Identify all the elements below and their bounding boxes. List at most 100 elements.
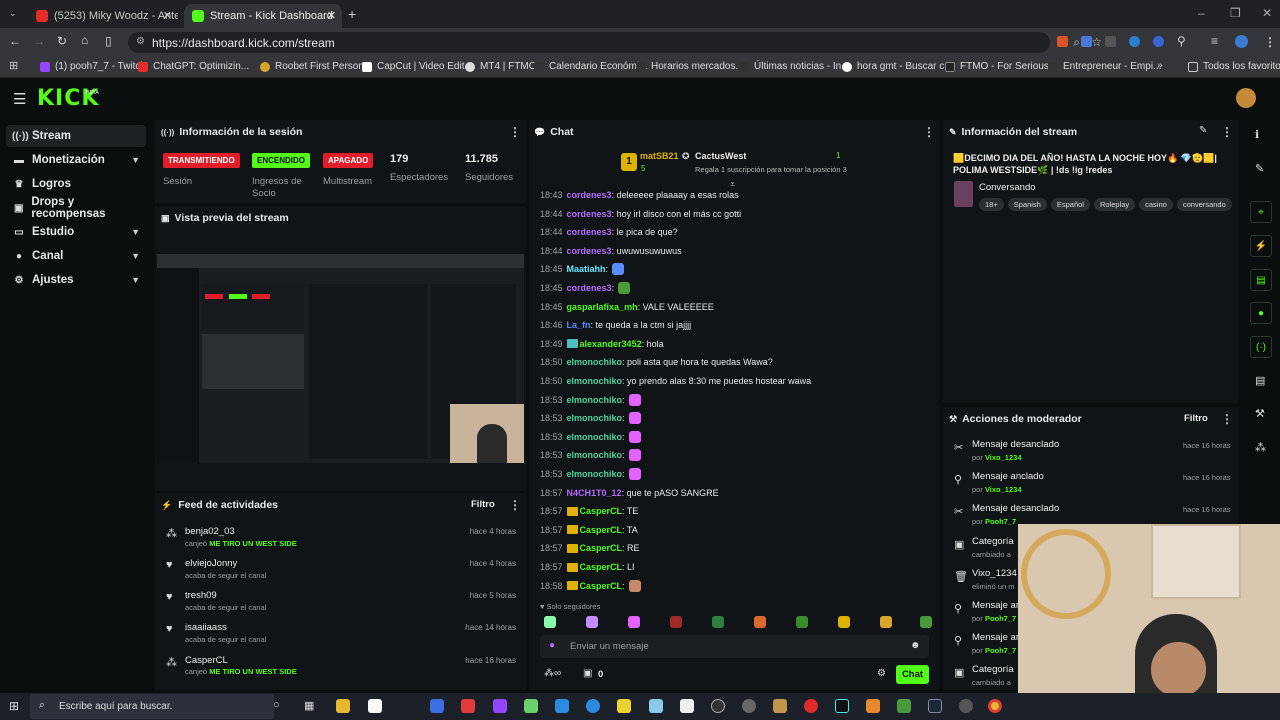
- bookmark[interactable]: MT4 | FTMO: [465, 61, 536, 72]
- menu-icon[interactable]: ☰: [13, 90, 26, 108]
- app-icon[interactable]: [866, 699, 880, 713]
- notepad-icon[interactable]: [368, 699, 382, 713]
- chat-message[interactable]: 18:57 CasperCL: TE: [540, 504, 638, 518]
- message-user[interactable]: La_fn: [567, 320, 591, 330]
- tag[interactable]: Spanish: [1007, 198, 1047, 211]
- pencil-icon[interactable]: ✎: [1255, 162, 1264, 175]
- message-user[interactable]: alexander3452: [580, 339, 642, 349]
- activity-user[interactable]: elviejoJonny: [185, 558, 237, 569]
- browser-tab-kick[interactable]: Stream - Kick Dashboard ✕: [184, 4, 342, 28]
- maximize-icon[interactable]: ❐: [1230, 6, 1241, 20]
- chrome-icon[interactable]: [988, 699, 1002, 713]
- message-user[interactable]: elmonochiko: [567, 432, 623, 442]
- emote[interactable]: [796, 616, 808, 628]
- message-user[interactable]: cordenes3: [567, 190, 612, 200]
- app-icon[interactable]: [959, 699, 973, 713]
- message-user[interactable]: Maatiahh: [567, 264, 606, 274]
- task-view-icon[interactable]: ○: [273, 699, 280, 711]
- bookmark[interactable]: Calendario Económi...: [534, 61, 647, 72]
- message-user[interactable]: CasperCL: [580, 562, 623, 572]
- app-icon[interactable]: [586, 699, 600, 713]
- note-icon[interactable]: ▤: [1250, 269, 1272, 291]
- chat-message[interactable]: 18:53 elmonochiko:: [540, 393, 641, 407]
- send-chat-button[interactable]: Chat: [896, 665, 929, 684]
- minimize-icon[interactable]: –: [1198, 6, 1205, 20]
- extension-icon[interactable]: [1105, 36, 1116, 47]
- message-user[interactable]: cordenes3: [567, 227, 612, 237]
- bookmark[interactable]: (1) pooh7_7 - Twitch: [40, 61, 146, 72]
- chat-message[interactable]: 18:45 gasparlafixa_mh: VALE VALEEEEE: [540, 300, 714, 314]
- sidebar-item-estudio[interactable]: ▭ Estudio ▼: [6, 221, 146, 243]
- chat-message[interactable]: 18:45 Maatiahh:: [540, 262, 625, 276]
- activity-user[interactable]: CasperCL: [185, 655, 228, 666]
- sidebar-item-stream[interactable]: ((·)) Stream: [6, 125, 146, 147]
- media-icon[interactable]: ≡: [1211, 34, 1218, 48]
- message-user[interactable]: CasperCL: [580, 506, 623, 516]
- sidebar-item-logros[interactable]: ♛ Logros: [6, 173, 146, 195]
- tag[interactable]: casino: [1139, 198, 1173, 211]
- app-icon[interactable]: [555, 699, 569, 713]
- microphone-icon[interactable]: ●: [549, 640, 555, 651]
- app-icon[interactable]: [430, 699, 444, 713]
- chat-settings-icon[interactable]: ⚙: [877, 668, 886, 679]
- app-icon[interactable]: [773, 699, 787, 713]
- gear-icon[interactable]: [742, 699, 756, 713]
- extension-icon[interactable]: [1153, 36, 1164, 47]
- profile-avatar[interactable]: [1235, 35, 1248, 48]
- emote[interactable]: [880, 616, 892, 628]
- more-icon[interactable]: ⋮: [923, 125, 935, 139]
- message-user[interactable]: cordenes3: [567, 283, 612, 293]
- translate-icon[interactable]: [1081, 36, 1092, 47]
- chat-message[interactable]: 18:57 CasperCL: RE: [540, 541, 640, 555]
- file-explorer-icon[interactable]: [336, 699, 350, 713]
- more-icon[interactable]: ⋮: [1264, 35, 1276, 49]
- twitch-icon[interactable]: [493, 699, 507, 713]
- message-user[interactable]: CasperCL: [580, 525, 623, 535]
- list-icon[interactable]: ▤: [1255, 374, 1265, 387]
- emote[interactable]: [712, 616, 724, 628]
- channel-points-icon[interactable]: ⁂∞: [544, 668, 561, 679]
- chat-message[interactable]: 18:50 elmonochiko: poli asta que hora te …: [540, 355, 773, 369]
- tab-list-icon[interactable]: ⌄: [9, 8, 17, 19]
- message-user[interactable]: CasperCL: [580, 581, 623, 591]
- wrench-icon[interactable]: ⚒: [1255, 407, 1265, 420]
- message-user[interactable]: CasperCL: [580, 543, 623, 553]
- message-user[interactable]: cordenes3: [567, 246, 612, 256]
- activity-user[interactable]: benja02_03: [185, 526, 235, 537]
- chat-message[interactable]: 18:44 cordenes3: le pica de que?: [540, 225, 678, 239]
- bookmark[interactable]: hora gmt - Buscar c...: [842, 61, 953, 72]
- chat-message[interactable]: 18:53 elmonochiko:: [540, 467, 641, 481]
- chat-message[interactable]: 18:44 cordenes3: hoy irl disco con el más…: [540, 207, 741, 221]
- users-icon[interactable]: ⁂: [1255, 441, 1266, 454]
- category-name[interactable]: Conversando: [979, 182, 1036, 193]
- app-icon[interactable]: [649, 699, 663, 713]
- chat-message[interactable]: 18:49 alexander3452: hola: [540, 337, 664, 351]
- mod-action-user[interactable]: Pooh7_7: [985, 614, 1016, 623]
- more-icon[interactable]: ⋮: [509, 125, 521, 139]
- bookmark[interactable]: Entrepreneur - Empi...: [1048, 61, 1161, 72]
- close-icon[interactable]: ✕: [327, 9, 336, 22]
- all-bookmarks[interactable]: Todos los favoritos: [1188, 61, 1280, 72]
- more-icon[interactable]: ⋮: [1221, 412, 1233, 426]
- tag[interactable]: conversando: [1176, 198, 1232, 211]
- message-user[interactable]: elmonochiko: [567, 450, 623, 460]
- edit-icon[interactable]: ✎: [1199, 125, 1207, 136]
- chat-message[interactable]: 18:53 elmonochiko:: [540, 411, 641, 425]
- filter-button[interactable]: Filtro: [1184, 413, 1208, 424]
- message-user[interactable]: elmonochiko: [567, 376, 623, 386]
- widgets-icon[interactable]: ▦: [304, 699, 314, 712]
- top-gifter-user[interactable]: matSB21: [640, 151, 679, 161]
- browser-tab-youtube[interactable]: (5253) Miky Woodz - Antes de ✕: [28, 4, 178, 28]
- chat-message[interactable]: 18:50 elmonochiko: yo prendo alas 8:30 me…: [540, 374, 811, 388]
- forward-icon[interactable]: →: [33, 34, 45, 48]
- chat-message[interactable]: 18:53 elmonochiko:: [540, 430, 641, 444]
- address-bar[interactable]: ⚙ https://dashboard.kick.com/stream ⌕ ☆: [128, 32, 1102, 53]
- sidebar-item-ajustes[interactable]: ⚙ Ajustes ▼: [6, 269, 146, 291]
- tiktok-icon[interactable]: [835, 699, 849, 713]
- emoji-icon[interactable]: ☻: [910, 640, 921, 651]
- close-icon[interactable]: ✕: [163, 9, 172, 22]
- chat-message[interactable]: 18:57 N4CH1T0_12: que te pASO SANGRE: [540, 486, 719, 500]
- message-user[interactable]: elmonochiko: [567, 469, 623, 479]
- chat-bubble-icon[interactable]: ●: [1250, 302, 1272, 324]
- site-info-icon[interactable]: ⚙: [136, 36, 145, 47]
